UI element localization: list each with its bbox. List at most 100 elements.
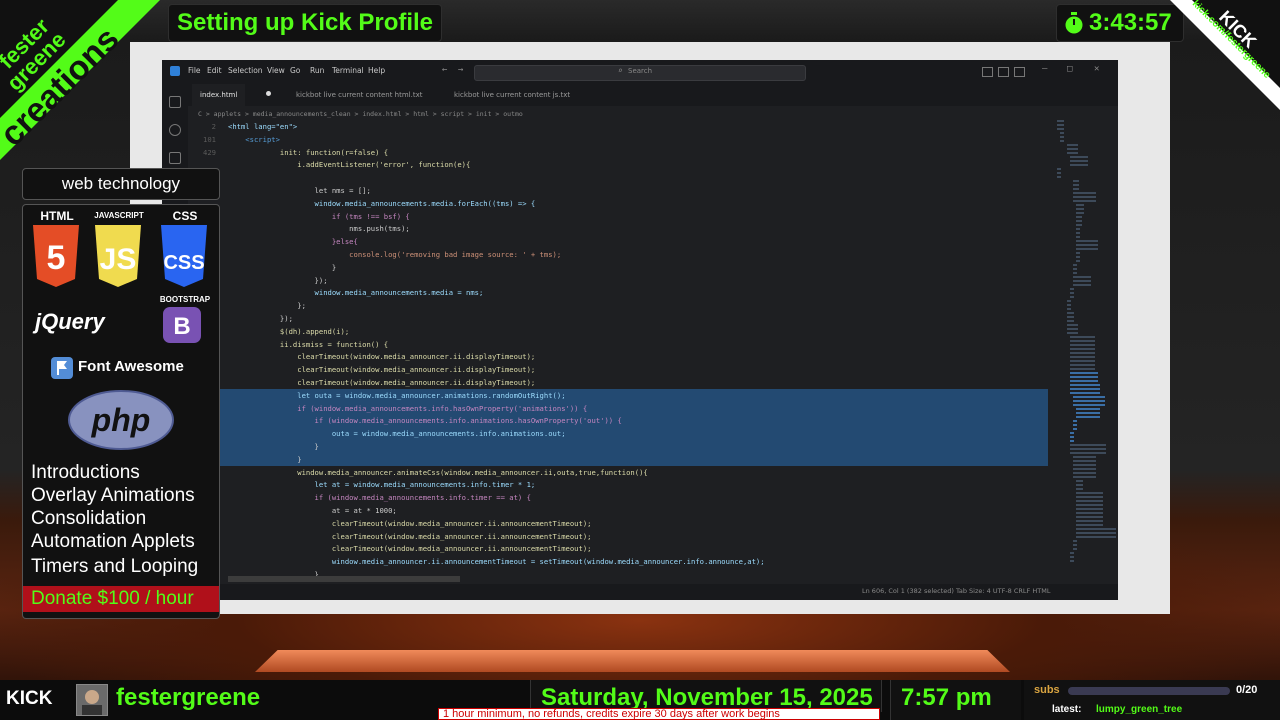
minimap[interactable]	[1057, 120, 1117, 580]
code-line[interactable]: let outa = window.media_announcer.animat…	[188, 388, 1048, 402]
code-text[interactable]: i.addEventListener('error', function(e){	[228, 158, 470, 171]
code-text[interactable]: window.media_announcer.ii.announcementTi…	[228, 555, 765, 568]
code-text[interactable]: at = at * 1000;	[228, 504, 397, 517]
code-text[interactable]: clearTimeout(window.media_announcer.ii.a…	[228, 530, 592, 543]
code-line[interactable]: ii.dismiss = function() {	[188, 338, 1048, 351]
code-line[interactable]: window.media_announcer.animateCss(window…	[188, 466, 1048, 479]
code-line[interactable]: clearTimeout(window.media_announcer.ii.d…	[188, 363, 1048, 376]
code-line[interactable]: });	[188, 312, 1048, 325]
code-line[interactable]: if (window.media_announcements.info.time…	[188, 491, 1048, 504]
code-line[interactable]: i.addEventListener('error', function(e){	[188, 158, 1048, 171]
code-text[interactable]: window.media_announcements.media = nms;	[228, 286, 484, 299]
forward-arrow-icon[interactable]: →	[458, 65, 463, 75]
code-text[interactable]: window.media_announcer.animateCss(window…	[228, 466, 648, 479]
code-text[interactable]: clearTimeout(window.media_announcer.ii.d…	[228, 350, 535, 363]
code-text[interactable]: init: function(r=false) {	[228, 146, 388, 159]
search-sidebar-icon[interactable]	[169, 124, 181, 136]
code-text[interactable]: clearTimeout(window.media_announcer.ii.a…	[228, 517, 592, 530]
code-line[interactable]: }	[188, 452, 1048, 466]
code-text[interactable]: }	[228, 440, 319, 453]
code-line[interactable]: let at = window.media_announcements.info…	[188, 478, 1048, 491]
code-text[interactable]: let outa = window.media_announcer.animat…	[228, 389, 565, 402]
code-line[interactable]: at = at * 1000;	[188, 504, 1048, 517]
code-text[interactable]: if (tms !== bsf) {	[228, 210, 410, 223]
code-line[interactable]: window.media_announcements.media.forEach…	[188, 197, 1048, 210]
maximize-icon[interactable]: □	[1067, 64, 1072, 74]
code-text[interactable]: console.log('removing bad image source: …	[228, 248, 561, 261]
code-line[interactable]: window.media_announcements.media = nms;	[188, 286, 1048, 299]
code-text[interactable]: clearTimeout(window.media_announcer.ii.d…	[228, 363, 535, 376]
layout-toggle-icon[interactable]	[982, 67, 993, 77]
code-text[interactable]: if (window.media_announcements.info.anim…	[228, 414, 622, 427]
breadcrumb[interactable]: C > applets > media_announcements_clean …	[198, 110, 523, 118]
menu-view[interactable]: View	[267, 66, 285, 75]
code-text[interactable]: ii.dismiss = function() {	[228, 338, 388, 351]
menu-help[interactable]: Help	[368, 66, 385, 75]
sidebar-toggle-icon[interactable]	[1014, 67, 1025, 77]
code-area[interactable]: 2 <html lang="en"> 101 <script> 429 init: f…	[188, 120, 1048, 592]
code-line[interactable]: $(dh).append(i);	[188, 325, 1048, 338]
code-text[interactable]: }else{	[228, 235, 358, 248]
code-line[interactable]: });	[188, 274, 1048, 287]
code-text[interactable]: if (window.media_announcements.info.time…	[228, 491, 531, 504]
code-line[interactable]: }	[188, 261, 1048, 274]
code-line[interactable]: clearTimeout(window.media_announcer.ii.a…	[188, 517, 1048, 530]
menu-terminal[interactable]: Terminal	[332, 66, 364, 75]
code-line[interactable]: if (tms !== bsf) {	[188, 210, 1048, 223]
code-text[interactable]: });	[228, 274, 328, 287]
code-text[interactable]: let at = window.media_announcements.info…	[228, 478, 536, 491]
code-text[interactable]: clearTimeout(window.media_announcer.ii.a…	[228, 542, 592, 555]
code-line[interactable]: outa = window.media_announcements.info.a…	[188, 427, 1048, 441]
code-line[interactable]	[188, 171, 1048, 184]
code-line[interactable]: clearTimeout(window.media_announcer.ii.a…	[188, 530, 1048, 543]
code-text[interactable]: <script>	[228, 133, 280, 146]
tab-kickbot-html[interactable]: kickbot live current content html.txt	[288, 84, 430, 106]
code-line[interactable]: 429 init: function(r=false) {	[188, 146, 1048, 159]
tab-index-html[interactable]: index.html	[192, 84, 246, 106]
code-line[interactable]: clearTimeout(window.media_announcer.ii.d…	[188, 350, 1048, 363]
code-line[interactable]: let nms = [];	[188, 184, 1048, 197]
code-text[interactable]: });	[228, 312, 293, 325]
code-line[interactable]: 2 <html lang="en">	[188, 120, 1048, 133]
code-line[interactable]: }	[188, 440, 1048, 453]
menu-selection[interactable]: Selection	[228, 66, 263, 75]
minimap-line	[1057, 168, 1061, 170]
code-text[interactable]: $(dh).append(i);	[228, 325, 349, 338]
code-text[interactable]: };	[228, 299, 306, 312]
code-text[interactable]: <html lang="en">	[228, 120, 297, 133]
code-line[interactable]: nms.push(tms);	[188, 222, 1048, 235]
menu-file[interactable]: File	[188, 66, 201, 75]
horizontal-scrollbar[interactable]	[228, 576, 460, 582]
menu-run[interactable]: Run	[310, 66, 324, 75]
menu-go[interactable]: Go	[290, 66, 300, 75]
minimize-icon[interactable]: —	[1042, 64, 1047, 74]
source-control-icon[interactable]	[169, 152, 181, 164]
code-text[interactable]: if (window.media_announcements.info.hasO…	[228, 402, 587, 415]
menu-edit[interactable]: Edit	[207, 66, 222, 75]
code-text[interactable]: outa = window.media_announcements.info.a…	[228, 427, 566, 440]
code-line[interactable]: }else{	[188, 235, 1048, 248]
code-text[interactable]: let nms = [];	[228, 184, 371, 197]
code-text[interactable]: clearTimeout(window.media_announcer.ii.d…	[228, 376, 535, 389]
code-line[interactable]: };	[188, 299, 1048, 312]
close-window-icon[interactable]: ✕	[1094, 64, 1099, 74]
explorer-icon[interactable]	[169, 96, 181, 108]
code-line[interactable]: 101 <script>	[188, 133, 1048, 146]
code-text[interactable]: window.media_announcements.media.forEach…	[228, 197, 536, 210]
code-line[interactable]: console.log('removing bad image source: …	[188, 248, 1048, 261]
code-line[interactable]: window.media_announcer.ii.announcementTi…	[188, 555, 1048, 568]
code-line[interactable]: if (window.media_announcements.info.hasO…	[188, 401, 1048, 415]
back-arrow-icon[interactable]: ←	[442, 65, 447, 75]
vscode-icon[interactable]	[170, 66, 180, 76]
topic-item: Timers and Looping	[31, 556, 199, 577]
code-line[interactable]: clearTimeout(window.media_announcer.ii.a…	[188, 542, 1048, 555]
code-text[interactable]: }	[228, 453, 301, 466]
panel-toggle-icon[interactable]	[998, 67, 1009, 77]
tab-kickbot-js[interactable]: kickbot live current content js.txt	[446, 84, 578, 106]
code-line[interactable]: if (window.media_announcements.info.anim…	[188, 414, 1048, 428]
svg-text:JS: JS	[100, 243, 137, 276]
code-text[interactable]: }	[228, 261, 336, 274]
status-text[interactable]: Ln 606, Col 1 (382 selected) Tab Size: 4…	[862, 587, 1050, 595]
code-line[interactable]: clearTimeout(window.media_announcer.ii.d…	[188, 376, 1048, 389]
code-text[interactable]: nms.push(tms);	[228, 222, 410, 235]
